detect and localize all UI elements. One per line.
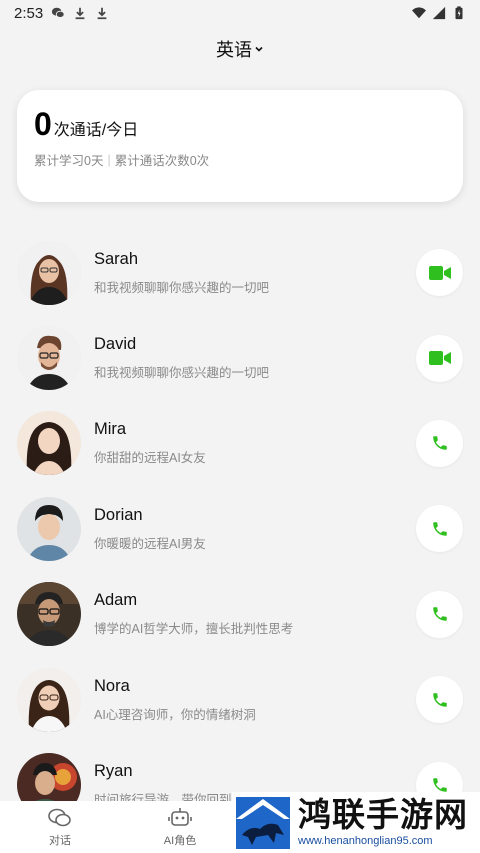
nav-label: AI角色 bbox=[163, 834, 197, 847]
contact-text: Mira 你甜甜的远程AI女友 bbox=[94, 420, 206, 466]
avatar bbox=[17, 411, 81, 476]
download-icon bbox=[75, 7, 85, 20]
phone-call-button[interactable] bbox=[416, 590, 463, 638]
chat-icon bbox=[48, 808, 71, 826]
study-days: 累计学习0天 bbox=[34, 154, 104, 168]
contact-item-nora[interactable]: Nora AI心理咨询师，你的情绪树洞 bbox=[0, 657, 480, 742]
phone-icon bbox=[432, 607, 447, 621]
contact-item-dorian[interactable]: Dorian 你暖暖的远程AI男友 bbox=[0, 486, 480, 571]
phone-call-button[interactable] bbox=[416, 505, 463, 553]
avatar-dorian bbox=[17, 496, 81, 561]
status-time: 2:53 bbox=[14, 4, 44, 22]
contact-list: Sarah 和我视频聊聊你感兴趣的一切吧 David 和我视频聊聊你感兴趣的一切… bbox=[0, 230, 480, 828]
phone-icon bbox=[432, 436, 447, 451]
chevron-down-icon bbox=[255, 46, 263, 52]
contact-name: David bbox=[94, 335, 137, 354]
total-calls: 累计通话次数0次 bbox=[114, 154, 210, 168]
watermark-url: www.henanhonglian95.com bbox=[298, 834, 433, 847]
status-bar: 2:53 bbox=[0, 0, 480, 26]
call-count-label: 次通话/今日 bbox=[53, 122, 139, 139]
stats-separator: | bbox=[107, 152, 111, 167]
contact-item-adam[interactable]: Adam 博学的AI哲学大师，擅长批判性思考 bbox=[0, 572, 480, 657]
status-right bbox=[412, 6, 466, 20]
battery-icon bbox=[455, 6, 463, 20]
avatar bbox=[17, 496, 81, 561]
contact-text: Adam 博学的AI哲学大师，擅长批判性思考 bbox=[94, 591, 293, 637]
watermark-title: 鸿联手游网 bbox=[298, 795, 468, 835]
contact-item-david[interactable]: David 和我视频聊聊你感兴趣的一切吧 bbox=[0, 315, 480, 400]
status-left: 2:53 bbox=[14, 5, 109, 22]
avatar-mira bbox=[17, 411, 81, 476]
avatar bbox=[17, 582, 81, 647]
wifi-icon bbox=[412, 7, 426, 19]
language-selector[interactable]: 英语 bbox=[0, 36, 480, 62]
wechat-icon bbox=[52, 7, 65, 18]
contact-item-mira[interactable]: Mira 你甜甜的远程AI女友 bbox=[0, 401, 480, 486]
avatar bbox=[17, 240, 81, 305]
watermark: 鸿联手游网 www.henanhonglian95.com bbox=[232, 792, 480, 853]
download-icon-2 bbox=[97, 7, 107, 20]
contact-name: Ryan bbox=[94, 762, 133, 781]
signal-icon bbox=[432, 6, 446, 20]
nav-tab-chat[interactable]: 对话 bbox=[0, 801, 120, 853]
contact-name: Mira bbox=[94, 420, 127, 439]
avatar bbox=[17, 326, 81, 391]
watermark-logo-icon bbox=[236, 796, 290, 849]
contact-name: Adam bbox=[94, 591, 138, 610]
contact-name: Sarah bbox=[94, 249, 139, 268]
avatar-adam bbox=[17, 582, 81, 647]
phone-call-button[interactable] bbox=[416, 676, 463, 724]
video-icon bbox=[428, 265, 451, 280]
stats-main: 0 次通话/今日 bbox=[34, 108, 446, 140]
avatar-david bbox=[17, 326, 81, 391]
watermark-text: 鸿联手游网 www.henanhonglian95.com bbox=[298, 798, 468, 847]
avatar-sarah bbox=[17, 240, 81, 305]
contact-desc: 和我视频聊聊你感兴趣的一切吧 bbox=[94, 366, 270, 381]
stats-card: 0 次通话/今日 累计学习0天 | 累计通话次数0次 bbox=[17, 90, 463, 202]
language-label: 英语 bbox=[216, 40, 252, 60]
nav-tab-ai-role[interactable]: AI角色 bbox=[120, 801, 240, 853]
contact-text: David 和我视频聊聊你感兴趣的一切吧 bbox=[94, 335, 269, 381]
contact-text: Dorian 你暖暖的远程AI男友 bbox=[94, 506, 206, 552]
contact-text: Nora AI心理咨询师，你的情绪树洞 bbox=[94, 677, 256, 723]
video-icon bbox=[428, 351, 451, 366]
video-call-button[interactable] bbox=[416, 249, 463, 297]
contact-desc: 和我视频聊聊你感兴趣的一切吧 bbox=[94, 280, 270, 295]
phone-icon bbox=[432, 692, 447, 707]
stats-summary: 累计学习0天 | 累计通话次数0次 bbox=[34, 150, 446, 169]
phone-icon bbox=[432, 522, 447, 536]
phone-call-button[interactable] bbox=[416, 419, 463, 467]
contact-text: Sarah 和我视频聊聊你感兴趣的一切吧 bbox=[94, 250, 269, 296]
contact-desc: 博学的AI哲学大师，擅长批判性思考 bbox=[94, 622, 294, 637]
contact-desc: 你甜甜的远程AI女友 bbox=[94, 451, 206, 466]
nav-label: 对话 bbox=[49, 834, 71, 847]
contact-item-sarah[interactable]: Sarah 和我视频聊聊你感兴趣的一切吧 bbox=[0, 230, 480, 315]
contact-name: Dorian bbox=[94, 505, 143, 524]
robot-icon bbox=[168, 807, 192, 826]
video-call-button[interactable] bbox=[416, 334, 463, 382]
contact-name: Nora bbox=[94, 676, 130, 695]
contact-desc: AI心理咨询师，你的情绪树洞 bbox=[94, 707, 256, 722]
avatar-nora bbox=[17, 667, 81, 732]
call-count: 0 bbox=[34, 106, 52, 142]
avatar bbox=[17, 667, 81, 732]
contact-desc: 你暖暖的远程AI男友 bbox=[94, 536, 206, 551]
